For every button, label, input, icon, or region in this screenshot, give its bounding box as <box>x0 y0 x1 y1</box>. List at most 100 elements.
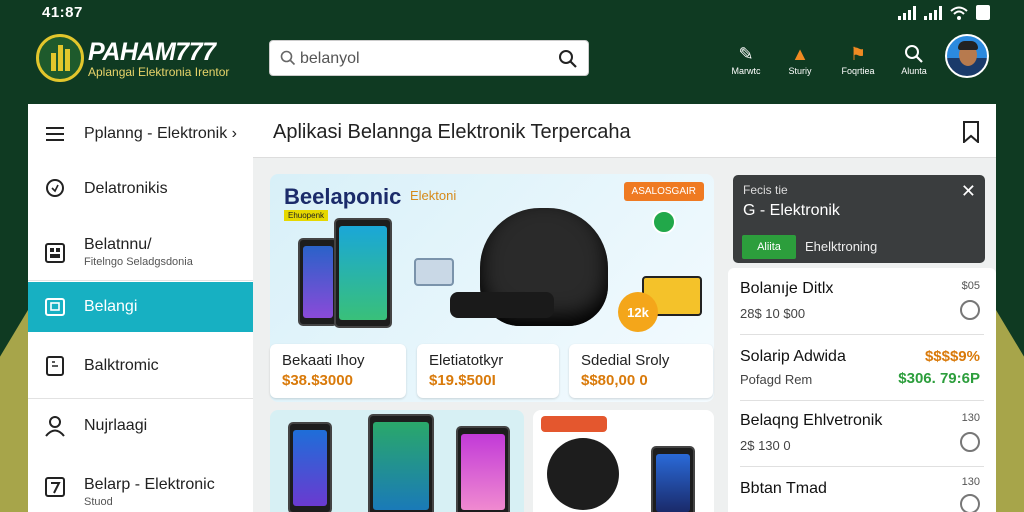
header-action-tools[interactable]: ✎ Marwtc <box>716 42 776 77</box>
sidebar-divider <box>28 280 253 281</box>
phone-image <box>368 414 434 512</box>
search-submit-icon[interactable] <box>558 49 578 69</box>
list-item-price-alt: $306. 79:6P <box>898 370 980 387</box>
phone-image <box>456 426 510 512</box>
camera-image <box>450 292 554 318</box>
list-item-name: Solarip Adwida <box>740 348 846 365</box>
user-icon <box>44 415 66 437</box>
toast-note: Ehelktroning <box>805 239 878 254</box>
device-icon <box>44 355 66 377</box>
list-item-price: 130 <box>961 476 980 488</box>
header-action-warning[interactable]: ▲ Sturiy <box>770 42 830 77</box>
sidebar-item-devices[interactable]: Balktromic <box>28 344 253 388</box>
charger-image <box>547 438 619 510</box>
add-icon[interactable] <box>960 432 980 452</box>
sidebar-divider <box>28 398 253 399</box>
product-name: Eletiatotkyr <box>429 352 504 369</box>
search-icon <box>884 42 944 66</box>
sidebar-item-label: Delatronikis <box>84 180 168 197</box>
product-price: $38.$3000 <box>282 372 353 389</box>
avatar[interactable] <box>945 34 989 78</box>
logo-icon[interactable] <box>36 34 84 82</box>
product-card[interactable]: Eletiatotkyr $19.$500I <box>417 344 559 398</box>
badge-icon <box>652 210 676 234</box>
toast-action-button[interactable]: Aliita <box>742 235 796 259</box>
signal-icon <box>898 6 916 20</box>
menu-icon <box>44 123 66 145</box>
product-card[interactable]: Sdedial Sroly $$80,00 0 <box>569 344 713 398</box>
sidebar-item-label: Belangi <box>84 298 138 315</box>
discount-badge: 12k <box>618 292 658 332</box>
add-icon[interactable] <box>960 300 980 320</box>
header-action-label: Marwtc <box>731 66 761 76</box>
list-item-name: Bbtan Tmad <box>740 480 827 497</box>
sidebar-item-sublabel: Fitelngo Seladgsdonia <box>84 256 193 268</box>
sidebar-item-account[interactable]: Nujrlaagi <box>28 404 253 448</box>
sidebar-item-store[interactable]: Belarp - Elektronic Stuod <box>28 464 253 510</box>
product-tile[interactable] <box>270 410 524 512</box>
main-header: Aplikasi Belannga Elektronik Terpercaha <box>253 104 996 158</box>
list-item[interactable]: Belaqng Ehlvetronik 2$ 130 0 130 <box>728 402 996 466</box>
tools-icon: ✎ <box>738 43 754 64</box>
sidebar-item-catalog[interactable]: Belatnnu/ Fitelngo Seladgsdonia <box>28 228 253 278</box>
product-name: Bekaati Ihoy <box>282 352 365 369</box>
list-item-name: Belaqng Ehlvetronik <box>740 412 883 429</box>
list-item-price: 130 <box>961 412 980 424</box>
product-list: Bolanıje Ditlx 28$ 10 $00 $05 Solarip Ad… <box>728 268 996 512</box>
search-icon <box>280 50 296 66</box>
sidebar: Pplanng - Elektronik › Delatronikis Bela… <box>28 104 253 512</box>
chat-icon <box>44 178 66 200</box>
list-item-sub: Pofagd Rem <box>740 372 813 387</box>
tile-tag <box>541 416 607 432</box>
list-item[interactable]: Solarip Adwida Pofagd Rem $$$$9% $306. 7… <box>728 336 996 400</box>
number-icon <box>44 476 66 498</box>
sidebar-item-label: Belarp - Elektronic <box>84 476 215 493</box>
close-icon[interactable]: ✕ <box>961 181 976 202</box>
warning-icon: ▲ <box>791 43 809 64</box>
search-input[interactable] <box>300 47 550 71</box>
list-item[interactable]: Bbtan Tmad 130 <box>728 468 996 512</box>
sidebar-item-electronics[interactable]: Delatronikis <box>28 168 253 210</box>
status-icons <box>898 5 990 20</box>
add-icon[interactable] <box>960 494 980 512</box>
phone-image <box>651 446 695 512</box>
notification-toast: Fecis tie G - Elektronik Aliita Ehelktro… <box>733 175 985 263</box>
sidebar-item-label: Pplanng - Elektronik › <box>84 125 237 142</box>
banner-tag: Ehuopenk <box>284 210 329 221</box>
brand-name: PAHAM777 <box>88 38 216 66</box>
banner-title: Beelaponic <box>284 184 402 209</box>
wifi-icon <box>950 6 968 20</box>
list-item-price: $05 <box>961 280 980 292</box>
banner-subtitle: Elektoni <box>410 188 457 203</box>
list-divider <box>740 466 984 467</box>
search-bar <box>269 40 589 76</box>
list-item-price: $$$$9% <box>924 348 980 365</box>
toast-message: G - Elektronik <box>743 202 840 219</box>
product-tile[interactable] <box>533 410 714 512</box>
box-icon <box>44 296 66 318</box>
sidebar-item-label: Balktromic <box>84 357 159 374</box>
list-item[interactable]: Bolanıje Ditlx 28$ 10 $00 $05 <box>728 268 996 332</box>
header-action-label: Sturiy <box>788 66 812 76</box>
header-action-search[interactable]: Alunta <box>884 42 944 76</box>
toast-title: Fecis tie <box>743 183 788 197</box>
product-price: $$80,00 0 <box>581 372 648 389</box>
product-price: $19.$500I <box>429 372 496 389</box>
sidebar-item-label: Nujrlaagi <box>84 417 148 434</box>
header-action-label: Foqrtiea <box>841 66 875 76</box>
product-card[interactable]: Bekaati Ihoy $38.$3000 <box>270 344 406 398</box>
phone-image <box>298 238 338 326</box>
phone-image <box>288 422 332 512</box>
phone-image <box>334 218 392 328</box>
signal-icon-2 <box>924 6 942 20</box>
status-bar: 41:87 <box>0 0 1024 26</box>
list-divider <box>740 334 984 335</box>
product-name: Sdedial Sroly <box>581 352 670 369</box>
list-item-sub: 28$ 10 $00 <box>740 306 806 321</box>
sidebar-item-shop[interactable]: Belangi <box>28 282 253 332</box>
sidebar-item-menu[interactable]: Pplanng - Elektronik › <box>28 114 253 154</box>
brand-tagline: Aplangai Elektronia Irentor <box>88 65 230 79</box>
header-action-promo[interactable]: ⚑ Foqrtiea <box>828 42 888 77</box>
bookmark-icon[interactable] <box>962 121 980 143</box>
gadget-image <box>414 258 454 286</box>
